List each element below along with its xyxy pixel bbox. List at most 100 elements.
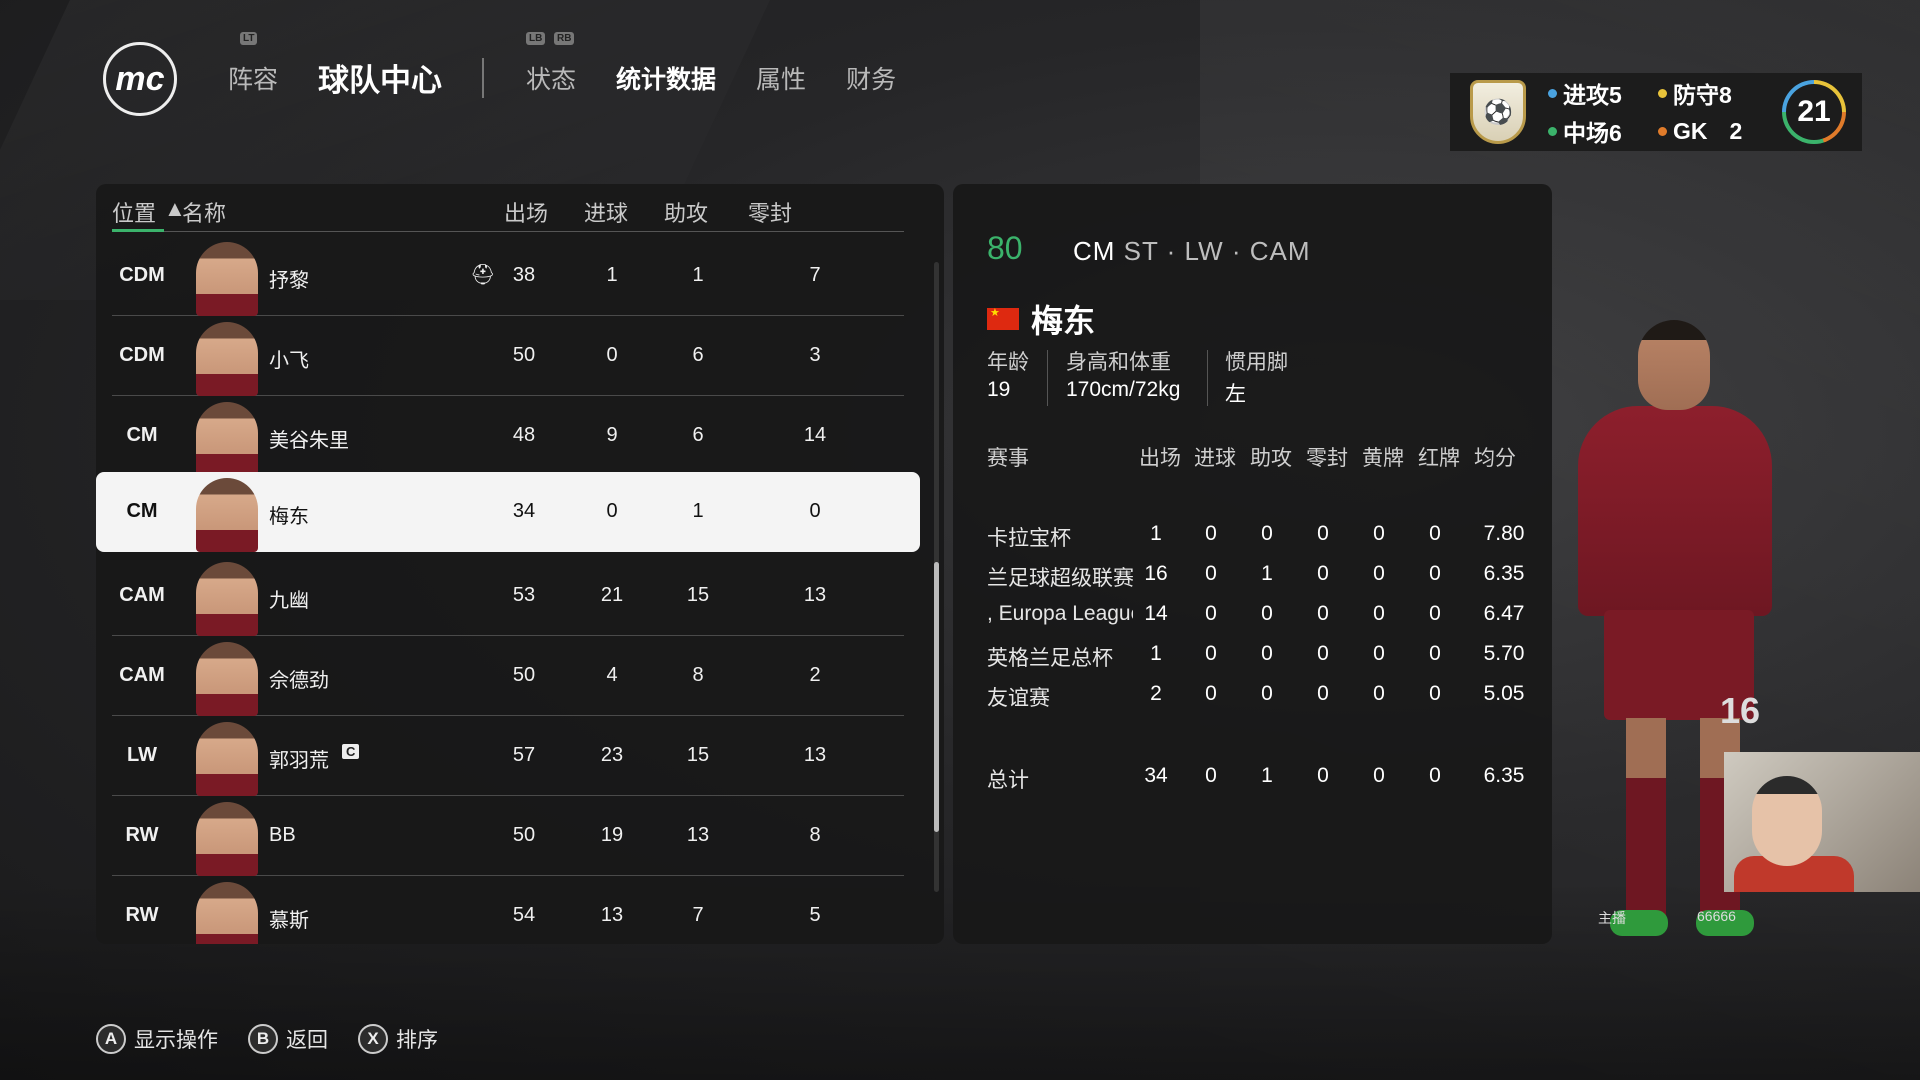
competition-stat-value: 1 bbox=[1261, 562, 1273, 585]
player-avatar bbox=[196, 642, 258, 716]
player-assists: 8 bbox=[692, 664, 704, 686]
player-apps: 53 bbox=[512, 584, 536, 606]
midfield-label: 中场6 bbox=[1563, 120, 1622, 146]
competition-stat-value: 0 bbox=[1317, 522, 1329, 545]
gk-value: 2 bbox=[1729, 117, 1743, 144]
tab-club-hub[interactable]: 球队中心 bbox=[318, 55, 442, 100]
player-positions: CM ST · LW · CAM bbox=[1073, 236, 1311, 266]
player-clean-sheets: 7 bbox=[809, 264, 821, 286]
age-label: 年龄 bbox=[987, 351, 1029, 374]
player-name: 九幽 bbox=[269, 590, 309, 612]
competition-stat-value: 7.80 bbox=[1483, 522, 1525, 545]
list-scrollbar[interactable] bbox=[934, 262, 939, 892]
competition-stat-value: 0 bbox=[1373, 562, 1385, 585]
preferred-foot-label: 惯用脚 bbox=[1225, 351, 1288, 374]
gk-dot-icon bbox=[1658, 126, 1667, 136]
lt-button-icon: LT bbox=[240, 31, 258, 45]
stats-header-yellow: 黄牌 bbox=[1362, 447, 1404, 470]
competition-stat-value: 0 bbox=[1205, 682, 1217, 705]
competition-stat-value: 0 bbox=[1429, 522, 1441, 545]
tab-attributes[interactable]: 属性 bbox=[756, 60, 806, 96]
player-shirt bbox=[1578, 406, 1772, 616]
back-hint[interactable]: B 返回 bbox=[248, 1024, 328, 1054]
header-assists[interactable]: 助攻 bbox=[664, 196, 708, 228]
table-row[interactable]: RW BB 50 19 13 8 bbox=[112, 796, 904, 876]
player-position: LW bbox=[127, 744, 157, 766]
team-rating: 21 bbox=[1786, 84, 1842, 140]
player-assists: 1 bbox=[692, 500, 704, 522]
stats-header-competition: 赛事 bbox=[987, 447, 1029, 470]
player-clean-sheets: 0 bbox=[809, 500, 821, 522]
competition-stat-value: 0 bbox=[1429, 642, 1441, 665]
webcam-overlay bbox=[1724, 752, 1920, 892]
competition-stat-value: 0 bbox=[1317, 602, 1329, 625]
competition-name: 友谊赛 bbox=[987, 687, 1050, 710]
player-avatar bbox=[196, 478, 258, 552]
player-assists: 15 bbox=[686, 744, 710, 766]
sort-indicator bbox=[112, 229, 164, 232]
height-weight-label: 身高和体重 bbox=[1066, 351, 1171, 374]
alt-position: LW bbox=[1184, 236, 1224, 266]
tab-squad[interactable]: LT 阵容 bbox=[228, 31, 278, 96]
header-clean-sheets[interactable]: 零封 bbox=[748, 196, 792, 228]
button-hints: A 显示操作 B 返回 X 排序 bbox=[96, 1024, 468, 1054]
player-list-panel: 位置 ▲ 名称 出场 进球 助攻 零封 CDM 抒黎 ⛑ 38 1 1 7 CD… bbox=[96, 184, 944, 944]
stats-header-goals: 进球 bbox=[1194, 447, 1236, 470]
table-row[interactable]: CDM 抒黎 ⛑ 38 1 1 7 bbox=[112, 236, 904, 316]
tab-stats[interactable]: 统计数据 bbox=[616, 60, 716, 96]
sort-hint[interactable]: X 排序 bbox=[358, 1024, 438, 1054]
competition-stat-value: 5.70 bbox=[1483, 642, 1525, 665]
attack-count: 进攻5 bbox=[1548, 76, 1658, 110]
player-clean-sheets: 13 bbox=[803, 744, 827, 766]
show-actions-hint[interactable]: A 显示操作 bbox=[96, 1024, 218, 1054]
table-row[interactable]: CAM 佘德劲 50 4 8 2 bbox=[112, 636, 904, 716]
player-assists: 15 bbox=[686, 584, 710, 606]
player-goals: 9 bbox=[606, 424, 618, 446]
player-position: CAM bbox=[119, 664, 165, 686]
player-name: 郭羽荒 bbox=[269, 750, 329, 772]
x-button-icon: X bbox=[358, 1024, 388, 1054]
stats-header-apps: 出场 bbox=[1139, 447, 1181, 470]
player-name: 小飞 bbox=[269, 350, 309, 372]
header-name[interactable]: 名称 bbox=[182, 196, 226, 228]
player-apps: 50 bbox=[512, 344, 536, 366]
player-assists: 1 bbox=[692, 264, 704, 286]
preferred-foot-value: 左 bbox=[1225, 383, 1246, 406]
header-apps[interactable]: 出场 bbox=[504, 196, 548, 228]
competition-stat-value: 0 bbox=[1205, 522, 1217, 545]
defense-count: 防守8 bbox=[1658, 76, 1748, 110]
player-goals: 13 bbox=[600, 904, 624, 926]
competition-stat-value: 1 bbox=[1261, 764, 1273, 787]
player-name: BB bbox=[269, 824, 296, 846]
tab-finance[interactable]: 财务 bbox=[846, 60, 896, 96]
player-position: RW bbox=[125, 824, 159, 846]
player-name: 抒黎 bbox=[269, 270, 309, 292]
table-row[interactable]: CAM 九幽 53 21 15 13 bbox=[112, 556, 904, 636]
age-value: 19 bbox=[987, 378, 1011, 401]
player-apps: 34 bbox=[512, 500, 536, 522]
mc-logo: mc bbox=[103, 42, 177, 116]
club-crest-icon: ⚽ bbox=[1470, 80, 1526, 144]
attr-divider bbox=[1047, 350, 1048, 406]
tab-status[interactable]: LB RB 状态 bbox=[526, 31, 576, 96]
nav-divider bbox=[482, 57, 485, 98]
host-label: 主播 bbox=[1598, 910, 1626, 926]
player-position: CM bbox=[126, 500, 158, 522]
stats-header-red: 红牌 bbox=[1418, 447, 1460, 470]
lb-button-icon: LB bbox=[526, 31, 546, 45]
table-row-selected[interactable]: CM 梅东 34 0 1 0 bbox=[96, 472, 920, 552]
player-assists: 7 bbox=[692, 904, 704, 926]
player-assists: 6 bbox=[692, 424, 704, 446]
table-row[interactable]: LW 郭羽荒 C 57 23 15 13 bbox=[112, 716, 904, 796]
table-row[interactable]: CDM 小飞 50 0 6 3 bbox=[112, 316, 904, 396]
scrollbar-thumb[interactable] bbox=[934, 562, 939, 832]
webcam-person bbox=[1752, 776, 1822, 866]
competition-stat-value: 0 bbox=[1205, 764, 1217, 787]
player-name: 梅东 bbox=[269, 506, 309, 528]
player-avatar bbox=[196, 402, 258, 476]
header-position[interactable]: 位置 bbox=[112, 196, 156, 228]
player-avatar bbox=[196, 882, 258, 944]
table-row[interactable]: CM 美谷朱里 48 9 6 14 bbox=[112, 396, 904, 476]
header-goals[interactable]: 进球 bbox=[584, 196, 628, 228]
table-row[interactable]: RW 慕斯 54 13 7 5 bbox=[112, 876, 904, 944]
